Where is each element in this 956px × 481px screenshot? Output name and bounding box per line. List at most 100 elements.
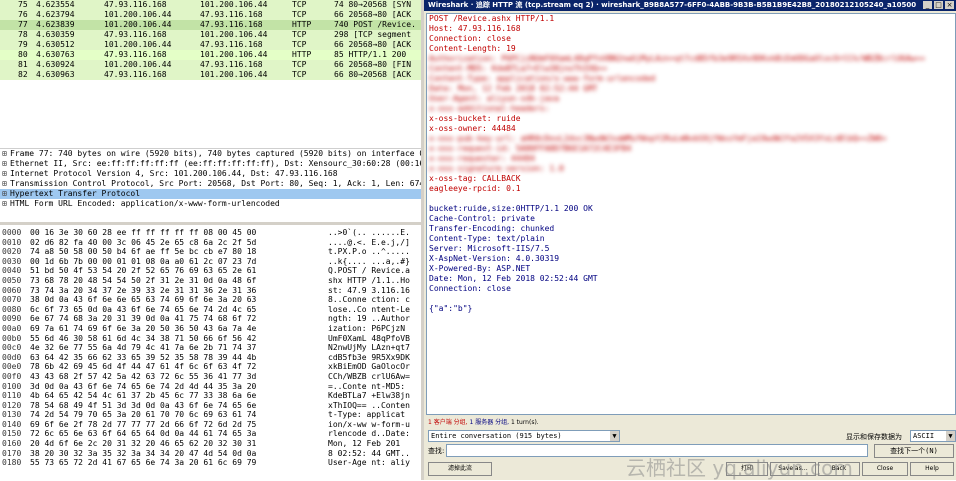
packet-row[interactable]: 77 4.623839 101.200.106.44 47.93.116.168 HTT…: [0, 20, 421, 30]
conversation-select[interactable]: Entire conversation (915 bytes) ▼: [428, 430, 620, 442]
hex-ascii: User-Age nt: aliy: [328, 458, 410, 468]
detail-text: HTML Form URL Encoded: application/x-www…: [10, 199, 280, 208]
detail-row[interactable]: ⊞ Ethernet II, Src: ee:ff:ff:ff:ff:ff (ee…: [0, 159, 421, 169]
hex-row[interactable]: 0010 02 d6 82 fa 40 00 3c 06 45 2e 65 c8 …: [0, 238, 421, 248]
hex-row[interactable]: 0090 6e 67 74 68 3a 20 31 39 0d 0a 41 75 …: [0, 314, 421, 324]
pane-splitter[interactable]: [0, 222, 421, 225]
hex-bytes: 69 7a 61 74 69 6f 6e 3a 20 50 36 50 43 6…: [30, 323, 257, 333]
expand-icon[interactable]: ⊞: [2, 179, 10, 189]
packet-row[interactable]: 82 4.630963 47.93.116.168 101.200.106.44 TCP…: [0, 70, 421, 80]
response-line: Server: Microsoft-IIS/7.5: [429, 244, 550, 253]
expand-icon[interactable]: ⊞: [2, 169, 10, 179]
stream-content[interactable]: POST /Revice.ashx HTTP/1.1 Host: 47.93.11…: [426, 13, 956, 415]
hex-row[interactable]: 0180 55 73 65 72 2d 41 67 65 6e 74 3a 20 …: [0, 458, 421, 468]
request-line: Host: 47.93.116.168: [429, 24, 521, 33]
hex-ascii: ..>0`(.. ......E.: [328, 228, 410, 237]
packet-protocol: TCP: [292, 40, 307, 49]
help-button[interactable]: Help: [910, 462, 954, 476]
hex-row[interactable]: 0060 73 74 3a 20 34 37 2e 39 33 2e 31 31 …: [0, 286, 421, 296]
hex-bytes: 63 64 42 35 66 62 33 65 39 52 35 58 78 3…: [30, 352, 257, 362]
detail-row[interactable]: ⊞ Frame 77: 740 bytes on wire (5920 bits)…: [0, 149, 421, 159]
close-button[interactable]: Close: [862, 462, 908, 476]
packet-row[interactable]: 76 4.623794 101.200.106.44 47.93.116.168 TCP…: [0, 10, 421, 20]
request-line: x-oss-request-id: 5A80FFA8D7B6E1A72C4E3F…: [429, 144, 632, 153]
packet-source: 101.200.106.44: [104, 10, 172, 19]
response-line: X-AspNet-Version: 4.0.30319: [429, 254, 560, 263]
chevron-down-icon[interactable]: ▼: [610, 431, 619, 441]
packet-protocol: HTTP: [292, 20, 312, 29]
expand-icon[interactable]: ⊞: [2, 199, 10, 209]
chevron-down-icon[interactable]: ▼: [946, 431, 955, 441]
packet-destination: 47.93.116.168: [200, 40, 263, 49]
expand-icon[interactable]: ⊞: [2, 159, 10, 169]
packet-details[interactable]: ⊞ Frame 77: 740 bytes on wire (5920 bits)…: [0, 148, 421, 215]
packet-destination: 101.200.106.44: [200, 70, 268, 79]
hex-row[interactable]: 0150 72 6c 65 6e 63 6f 64 65 64 0d 0a 44 …: [0, 429, 421, 439]
hex-ascii: N2nwUjMy LAzn+qt7: [328, 343, 410, 353]
hex-offset: 0040: [2, 266, 22, 276]
format-select[interactable]: ASCII ▼: [910, 430, 956, 442]
packet-list[interactable]: 75 4.623554 47.93.116.168 101.200.106.44 TCP…: [0, 0, 421, 82]
maximize-button[interactable]: □: [934, 1, 943, 9]
detail-row[interactable]: ⊞ Hypertext Transfer Protocol: [0, 189, 421, 199]
hex-offset: 0100: [2, 381, 22, 391]
packet-destination: 47.93.116.168: [200, 60, 263, 69]
request-line: Date: Mon, 12 Feb 2018 02:52:44 GMT: [429, 84, 598, 93]
packet-row[interactable]: 79 4.630512 101.200.106.44 47.93.116.168 TCP…: [0, 40, 421, 50]
hex-bytes: 55 73 65 72 2d 41 67 65 6e 74 3a 20 61 6…: [30, 458, 257, 468]
packet-row[interactable]: 78 4.630359 47.93.116.168 101.200.106.44 TCP…: [0, 30, 421, 40]
hex-row[interactable]: 0040 51 bd 50 4f 53 54 20 2f 52 65 76 69 …: [0, 266, 421, 276]
hex-row[interactable]: 0160 20 4d 6f 6e 2c 20 31 32 20 46 65 62 …: [0, 439, 421, 449]
request-line: x-oss-tag: CALLBACK: [429, 174, 521, 183]
hex-row[interactable]: 00f0 43 43 68 2f 57 42 5a 42 63 72 6c 55 …: [0, 372, 421, 382]
hex-row[interactable]: 0000 00 16 3e 30 60 28 ee ff ff ff ff ff …: [0, 228, 421, 238]
dialog-titlebar[interactable]: Wireshark · 追踪 HTTP 流 (tcp.stream eq 2) …: [424, 0, 956, 11]
hex-offset: 0080: [2, 304, 22, 314]
packet-row[interactable]: 81 4.630924 101.200.106.44 47.93.116.168 TCP…: [0, 60, 421, 70]
hex-row[interactable]: 0110 4b 64 65 42 54 4c 61 37 2b 45 6c 77 …: [0, 391, 421, 401]
hex-row[interactable]: 00c0 4e 32 6e 77 55 6a 4d 79 4c 41 7a 6e …: [0, 343, 421, 353]
packet-bytes[interactable]: 0000 00 16 3e 30 60 28 ee ff ff ff ff ff …: [0, 228, 421, 480]
expand-icon[interactable]: ⊞: [2, 149, 10, 159]
hex-ascii: 8..Conne ction: c: [328, 295, 410, 305]
hex-offset: 0140: [2, 419, 22, 429]
packet-row[interactable]: 80 4.630763 47.93.116.168 101.200.106.44 HTT…: [0, 50, 421, 60]
hex-offset: 0030: [2, 256, 22, 266]
request-line: Authorization: P6PCjzNUmF0XamL48qPfoVBN2…: [429, 54, 926, 63]
hex-row[interactable]: 0030 00 1d 6b 7b 00 00 01 01 08 0a a0 61 …: [0, 257, 421, 267]
hex-row[interactable]: 00d0 63 64 42 35 66 62 33 65 39 52 35 58 …: [0, 353, 421, 363]
hex-row[interactable]: 0140 69 6f 6e 2f 78 2d 77 77 77 2d 66 6f …: [0, 420, 421, 430]
request-line: x-oss-bucket: ruide: [429, 114, 521, 123]
hex-offset: 00a0: [2, 323, 22, 333]
hex-row[interactable]: 00b0 55 6d 46 30 58 61 6d 4c 34 38 71 50 …: [0, 334, 421, 344]
detail-row[interactable]: ⊞ Transmission Control Protocol, Src Port…: [0, 179, 421, 189]
hex-row[interactable]: 0170 38 20 30 32 3a 35 32 3a 34 34 20 47 …: [0, 449, 421, 459]
hex-row[interactable]: 0080 6c 6f 73 65 0d 0a 43 6f 6e 74 65 6e …: [0, 305, 421, 315]
hex-bytes: 55 6d 46 30 58 61 6d 4c 34 38 71 50 66 6…: [30, 333, 257, 343]
packet-time: 4.630512: [36, 40, 75, 49]
hex-offset: 00d0: [2, 352, 22, 362]
detail-row[interactable]: ⊞ Internet Protocol Version 4, Src: 101.2…: [0, 169, 421, 179]
minimize-button[interactable]: _: [923, 1, 932, 9]
close-window-button[interactable]: ×: [945, 1, 954, 9]
watermark: 云栖社区 yq.aliyun.com: [626, 456, 853, 480]
hex-row[interactable]: 0130 74 2d 54 79 70 65 3a 20 61 70 70 6c …: [0, 410, 421, 420]
hex-bytes: 38 20 30 32 3a 35 32 3a 34 34 20 47 4d 5…: [30, 448, 257, 458]
hex-row[interactable]: 00a0 69 7a 61 74 69 6f 6e 3a 20 50 36 50 …: [0, 324, 421, 334]
hex-offset: 0000: [2, 228, 22, 237]
filter-out-stream-button[interactable]: 滤掉此流: [428, 462, 492, 476]
detail-row[interactable]: ⊞ HTML Form URL Encoded: application/x-ww…: [0, 199, 421, 209]
hex-row[interactable]: 0120 78 54 68 49 4f 51 3d 3d 0d 0a 43 6f …: [0, 401, 421, 411]
detail-text: Ethernet II, Src: ee:ff:ff:ff:ff:ff (ee:…: [10, 159, 421, 168]
expand-icon[interactable]: ⊞: [2, 189, 10, 199]
hex-row[interactable]: 0070 38 0d 0a 43 6f 6e 6e 65 63 74 69 6f …: [0, 295, 421, 305]
find-next-button[interactable]: 查找下一个(N): [874, 444, 954, 458]
hex-row[interactable]: 0100 3d 0d 0a 43 6f 6e 74 65 6e 74 2d 4d …: [0, 382, 421, 392]
packet-row[interactable]: 75 4.623554 47.93.116.168 101.200.106.44 TCP…: [0, 0, 421, 10]
hex-row[interactable]: 0050 73 68 78 20 48 54 54 50 2f 31 2e 31 …: [0, 276, 421, 286]
hex-row[interactable]: 00e0 78 6b 42 69 45 6d 4f 44 47 61 4f 6c …: [0, 362, 421, 372]
packet-destination: 101.200.106.44: [200, 30, 268, 39]
hex-bytes: 02 d6 82 fa 40 00 3c 06 45 2e 65 c8 6a 2…: [30, 237, 257, 247]
hex-row[interactable]: 0020 74 a8 50 58 00 50 b4 6f ae ff 5e bc …: [0, 247, 421, 257]
packet-info: 66 20568→80 [ACK: [334, 10, 412, 19]
